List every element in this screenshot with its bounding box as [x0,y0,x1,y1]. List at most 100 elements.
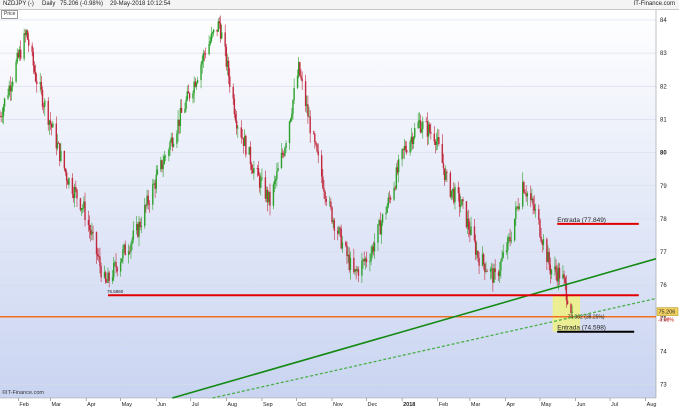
candle-body [156,169,159,175]
candle-body [113,262,115,278]
candle-body [458,193,461,207]
candle-body [64,168,67,173]
candle-body [555,266,557,273]
candle-body [380,222,383,235]
candle-body [489,269,492,272]
candle-body [272,184,275,206]
x-tick-label: Sep [263,402,273,407]
candle-body [433,133,435,142]
candle-body [204,53,207,55]
candle-body [75,186,77,190]
candle-body [377,224,379,243]
candle-body [505,250,508,253]
candle-body [450,190,453,197]
candle-body [501,257,503,261]
candle-body [365,258,368,263]
x-tick-label: Apr [506,402,515,407]
candle-body [494,268,496,273]
x-tick-label: Oct [297,402,306,407]
candle-body [100,266,102,278]
red-target-label: Entrada (77.849) [557,217,606,224]
candle-body [478,257,480,266]
candle-body [131,239,133,244]
candle-body [346,245,348,257]
candle-body [510,240,512,242]
candle-body [229,76,231,87]
candle-body [462,199,464,202]
candle-body [44,100,46,107]
y-tick-label: 82 [660,84,667,90]
x-tick-label: Jul [611,402,618,407]
candle-body [82,207,84,209]
x-tick-label: Apr [87,402,96,407]
candle-body [526,193,529,197]
candle-body [397,159,400,173]
candle-body [41,89,44,107]
plot-background [0,10,656,398]
candle-body [389,197,392,200]
candle-body [115,262,117,268]
candle-body [23,33,25,59]
candle-body [49,120,52,124]
candle-body [563,274,565,278]
candle-body [192,93,194,99]
candle-body [307,104,309,117]
candle-body [276,171,278,180]
candle-body [331,207,333,223]
candle-body [454,186,456,203]
x-tick-label: Jun [577,402,586,407]
candle-body [28,39,30,46]
candle-body [224,32,226,47]
candle-body [237,127,239,129]
candle-body [188,93,191,99]
candle-body [339,227,341,229]
y-tick-label: 77 [660,250,667,256]
x-tick-label: May [541,402,552,407]
candle-body [40,82,43,90]
candle-body [445,171,447,180]
y-tick-label: 73 [660,383,667,389]
candle-body [275,179,277,181]
chart-window: 73 74 75 76 77 78 79 80 81 82 83 84 Feb Mar Apr May Jun J… [0,0,679,407]
candle-body [132,230,134,240]
candle-body [435,140,438,145]
x-tick-label: Aug [647,402,657,407]
candle-body [172,143,175,147]
last-change-label: -0.98% [658,318,674,324]
x-tick-label: Dec [367,402,377,407]
candle-body [92,231,94,233]
last-change-label: 75.206 (-0.98%) [60,1,104,7]
candle-body [32,51,35,66]
x-tick-label: 2018 [403,402,415,407]
candle-body [250,164,253,170]
candle-body [317,151,319,156]
candle-body [240,127,242,138]
black-target-label: Entrada (74.598) [557,325,606,332]
candle-body [292,100,294,114]
candle-body [3,98,6,107]
candle-body [534,209,537,211]
candle-body [253,168,255,174]
candle-body [15,62,17,82]
candle-body [180,107,183,113]
candle-body [289,118,292,122]
candle-body [56,142,59,149]
candle-body [357,269,360,276]
candle-body [518,206,520,209]
candle-body [393,187,395,200]
candle-body [324,191,326,200]
candle-body [148,203,151,205]
candle-body [84,201,86,220]
candle-body [428,124,431,133]
candle-body [288,121,291,144]
candle-body [31,45,33,52]
candle-body [401,149,403,160]
candle-body [524,192,526,194]
candle-body [441,143,444,163]
candle-body [208,43,210,55]
candle-body [164,156,167,157]
candle-body [245,135,247,155]
candle-body [234,114,237,121]
candle-body [185,100,187,109]
candle-body [566,300,569,305]
